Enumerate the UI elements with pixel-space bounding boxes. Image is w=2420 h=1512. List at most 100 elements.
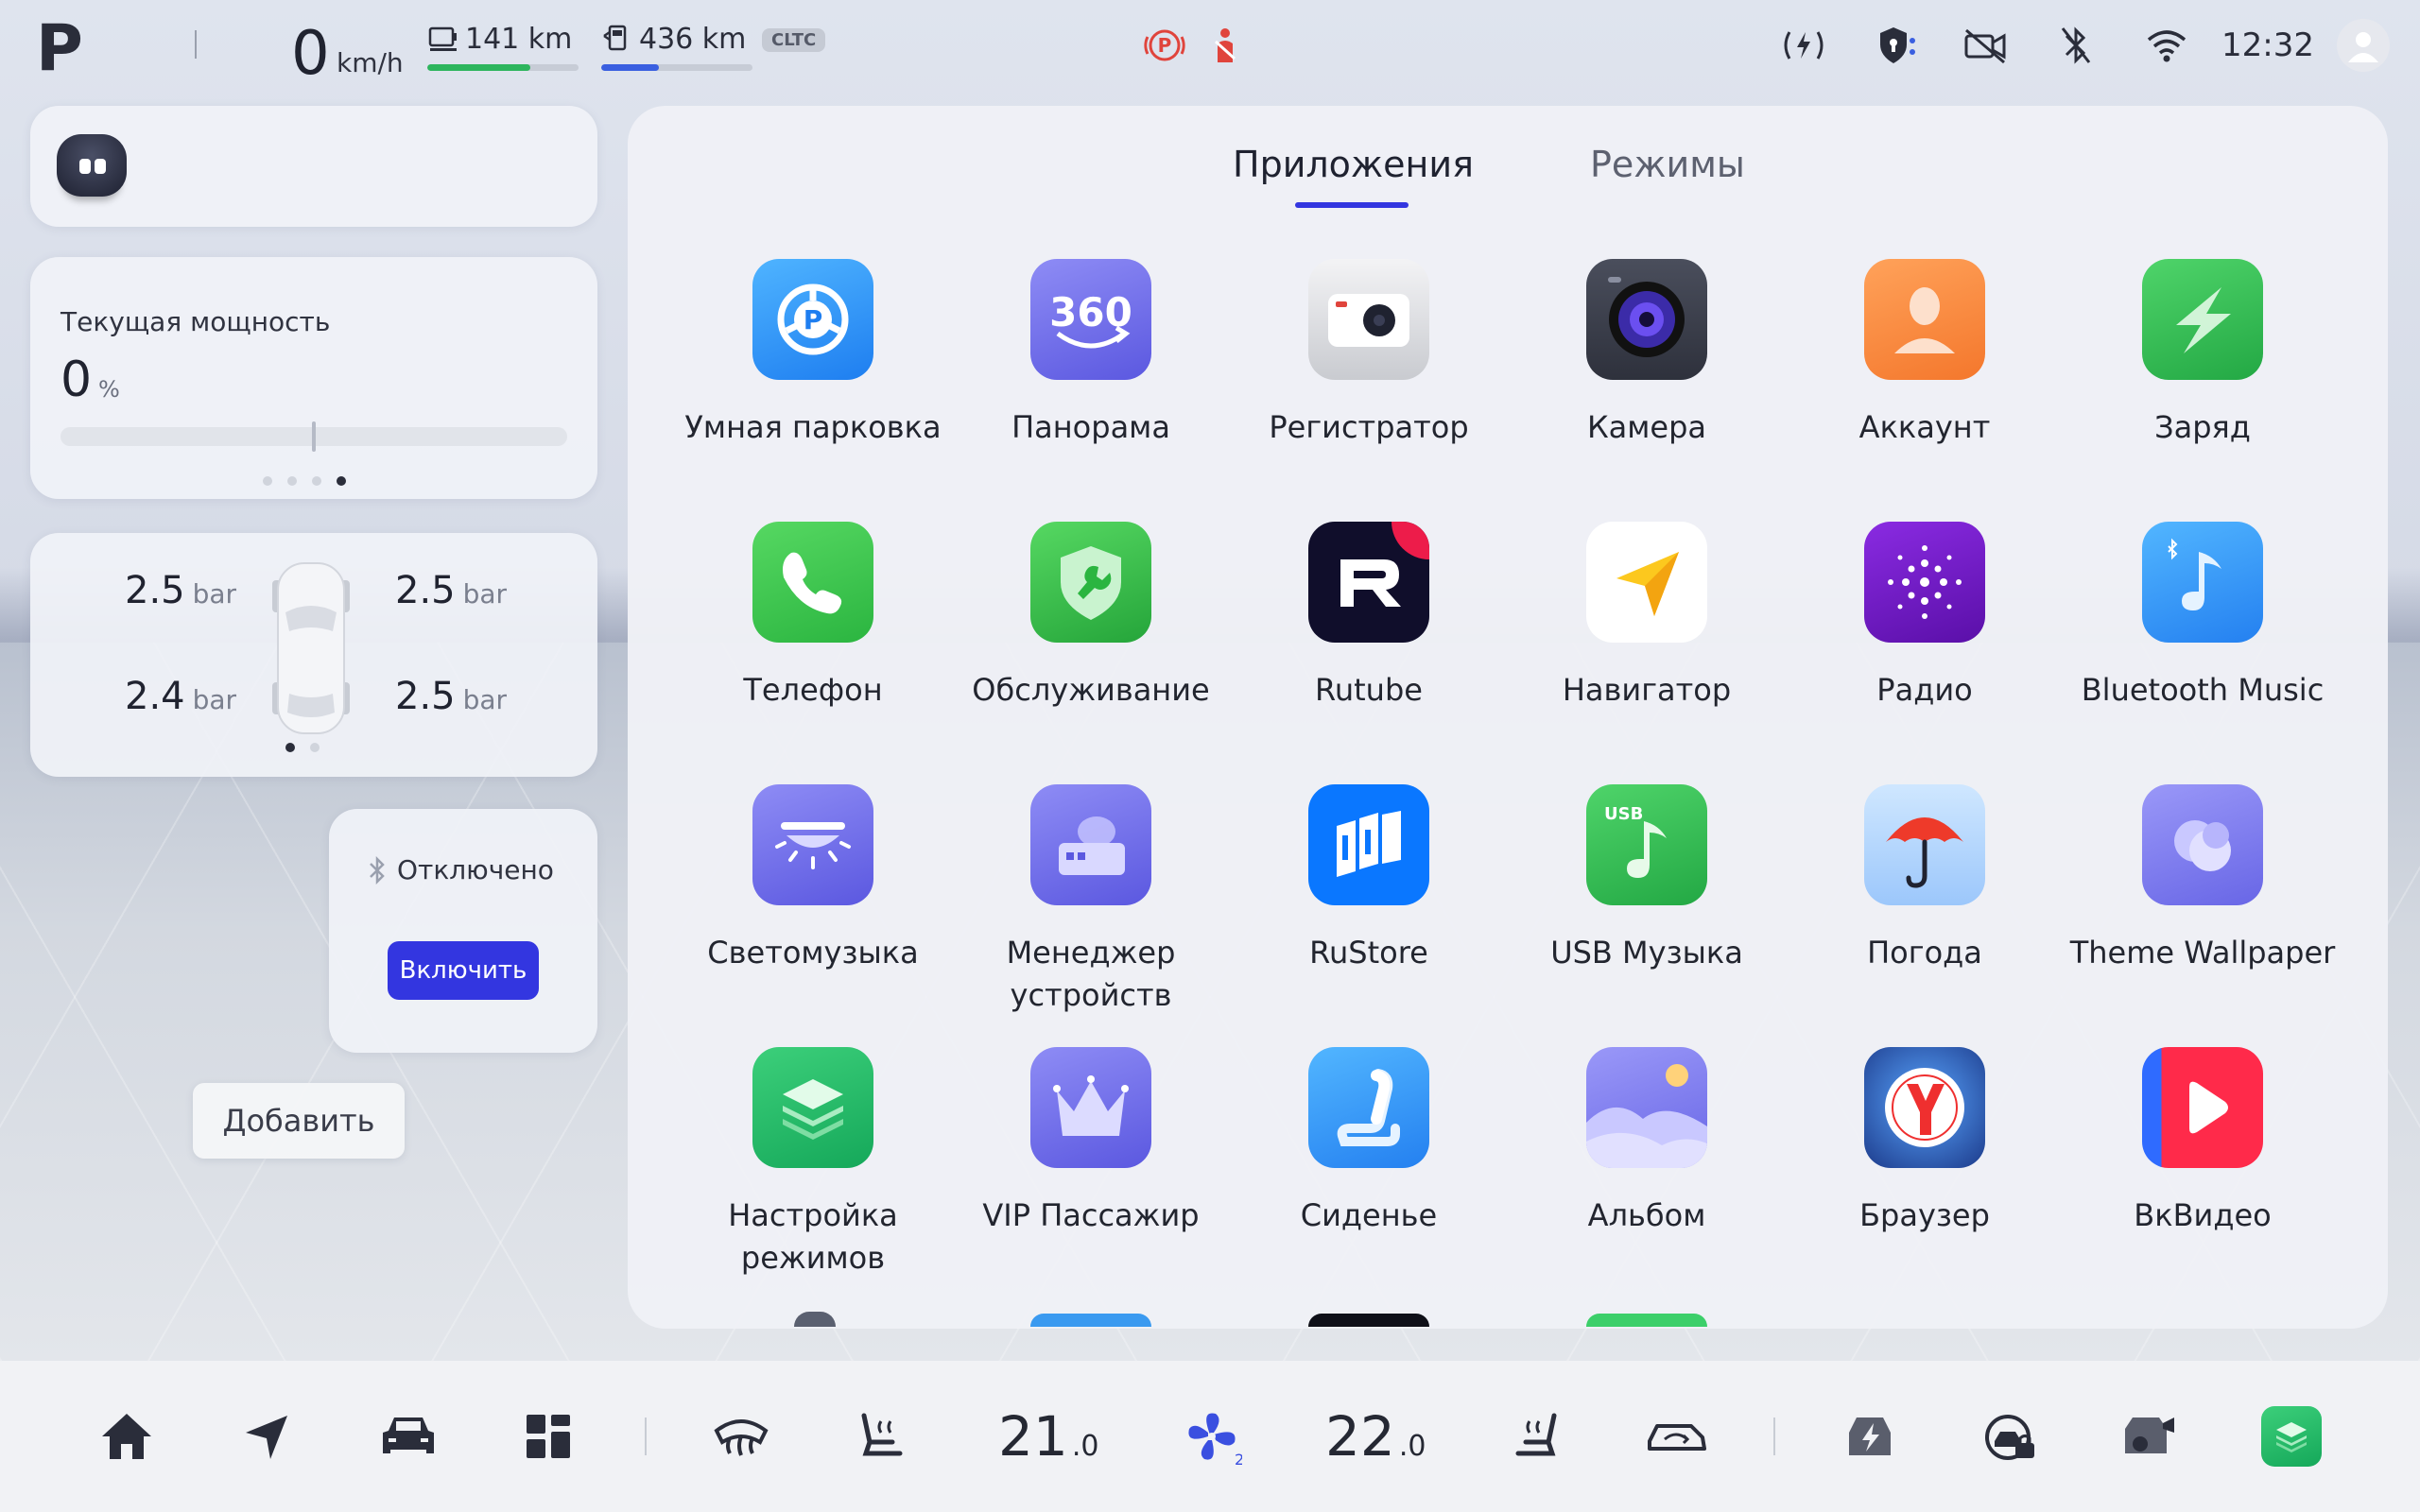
app-vip-passenger[interactable]: VIP Пассажир — [956, 1047, 1226, 1237]
dock-divider-2 — [1773, 1418, 1775, 1455]
bluetooth-card: Отключено Включить — [329, 809, 597, 1053]
theme-wallpaper-icon — [2142, 784, 2263, 905]
battery-range-icon — [428, 26, 457, 51]
mode-settings-icon — [752, 1047, 873, 1168]
defrost-icon[interactable] — [703, 1399, 779, 1474]
tire-rear-left: 2.4 bar — [125, 675, 237, 718]
tab-apps[interactable]: Приложения — [1233, 144, 1474, 185]
status-divider — [195, 30, 197, 59]
tire-page-dots[interactable] — [285, 743, 320, 752]
cltc-badge: CLTC — [762, 28, 826, 52]
app-device-manager[interactable]: Менеджер устройств — [956, 784, 1226, 1017]
battery-range-text: 141 km — [465, 23, 573, 56]
charge-icon — [2142, 259, 2263, 380]
app-camera[interactable]: Камера — [1512, 259, 1782, 449]
home-icon[interactable] — [89, 1399, 164, 1474]
navigator-icon — [1586, 522, 1707, 643]
app-peek-3 — [1308, 1314, 1429, 1327]
app-weather[interactable]: Погода — [1789, 784, 2060, 974]
light-music-icon — [752, 784, 873, 905]
app-service[interactable]: Обслуживание — [956, 522, 1226, 712]
add-widget-button[interactable]: Добавить — [193, 1083, 405, 1159]
app-account[interactable]: Аккаунт — [1789, 259, 2060, 449]
current-power-card[interactable]: Текущая мощность 0 % — [30, 257, 597, 499]
app-album[interactable]: Альбом — [1512, 1047, 1782, 1237]
rustore-icon — [1308, 784, 1429, 905]
user-avatar[interactable] — [2337, 19, 2390, 72]
app-peek-4 — [1586, 1314, 1707, 1327]
app-peek-2 — [1030, 1314, 1151, 1327]
app-phone[interactable]: Телефон — [678, 522, 948, 712]
charge-station-icon[interactable] — [1832, 1399, 1908, 1474]
parking-brake-icon: P — [1138, 19, 1191, 72]
seat-heat-left-icon[interactable] — [843, 1399, 919, 1474]
app-light-music[interactable]: Светомузыка — [678, 784, 948, 974]
fan-icon[interactable]: 2 — [1174, 1399, 1250, 1474]
apps-grid-icon[interactable] — [510, 1399, 586, 1474]
speed-unit: km/h — [337, 47, 404, 78]
app-rutube[interactable]: Rutube — [1234, 522, 1504, 712]
browser-icon — [1864, 1047, 1985, 1168]
assistant-robot-icon[interactable] — [57, 134, 127, 197]
battery-range-bar — [427, 64, 579, 71]
album-icon — [1586, 1047, 1707, 1168]
car-top-view-icon — [272, 562, 350, 734]
voice-assistant-card[interactable] — [30, 106, 597, 227]
app-vk-video[interactable]: ВкВидео — [2067, 1047, 2338, 1237]
app-radio[interactable]: Радио — [1789, 522, 2060, 712]
seat-heat-right-icon[interactable] — [1499, 1399, 1575, 1474]
tab-modes[interactable]: Режимы — [1590, 144, 1745, 185]
bluetooth-off-icon — [2049, 19, 2102, 72]
fuel-range-icon — [603, 25, 627, 51]
weather-icon — [1864, 784, 1985, 905]
wifi-icon — [2140, 19, 2193, 72]
app-mode-settings[interactable]: Настройка режимов — [678, 1047, 948, 1280]
dock-divider — [645, 1418, 647, 1455]
app-bluetooth-music[interactable]: Bluetooth Music — [2067, 522, 2338, 712]
tire-front-right: 2.5 bar — [395, 569, 508, 612]
power-label: Текущая мощность — [60, 306, 331, 337]
car-recirculation-icon[interactable] — [1639, 1399, 1715, 1474]
car-care-icon[interactable] — [1972, 1399, 2048, 1474]
app-smart-parking[interactable]: P Умная парковка — [678, 259, 948, 449]
temperature-right[interactable]: 22.0 — [1325, 1404, 1426, 1469]
power-page-dots[interactable] — [263, 476, 346, 486]
app-seat[interactable]: Сиденье — [1234, 1047, 1504, 1237]
user-icon — [2348, 32, 2378, 62]
bluetooth-icon — [370, 855, 385, 885]
power-value: 0 — [60, 352, 93, 408]
navigation-icon[interactable] — [229, 1399, 304, 1474]
app-browser[interactable]: Браузер — [1789, 1047, 2060, 1237]
vk-video-icon — [2142, 1047, 2263, 1168]
car-icon[interactable] — [371, 1399, 446, 1474]
dock-mode-settings-icon[interactable] — [2254, 1399, 2329, 1474]
bluetooth-music-icon — [2142, 522, 2263, 643]
app-panorama[interactable]: 360 Панорама — [956, 259, 1226, 449]
gear-indicator: P — [36, 11, 83, 86]
power-gauge-center — [312, 421, 316, 452]
tire-front-left: 2.5 bar — [125, 569, 237, 612]
app-dashcam[interactable]: Регистратор — [1234, 259, 1504, 449]
tire-rear-right: 2.5 bar — [395, 675, 508, 718]
account-icon — [1864, 259, 1985, 380]
radio-icon — [1864, 522, 1985, 643]
app-rustore[interactable]: RuStore — [1234, 784, 1504, 974]
fan-level: 2 — [1235, 1451, 1242, 1467]
app-theme-wallpaper[interactable]: Theme Wallpaper — [2067, 784, 2338, 974]
app-usb-music[interactable]: USB USB Музыка — [1512, 784, 1782, 974]
car-camera-icon[interactable] — [2112, 1399, 2187, 1474]
camera-icon — [1586, 259, 1707, 380]
tire-pressure-card[interactable]: 2.5 bar 2.5 bar 2.4 bar 2.5 bar — [30, 533, 597, 777]
smart-parking-icon: P — [752, 259, 873, 380]
temperature-left[interactable]: 21.0 — [998, 1404, 1098, 1469]
panorama-360-icon: 360 — [1030, 259, 1151, 380]
svg-text:P: P — [1158, 34, 1172, 57]
app-navigator[interactable]: Навигатор — [1512, 522, 1782, 712]
tab-indicator — [1295, 202, 1409, 208]
status-bar: P 0 km/h 141 km 436 km CLTC P 12:32 — [0, 0, 2420, 94]
clock: 12:32 — [2221, 26, 2314, 64]
app-charge[interactable]: Заряд — [2067, 259, 2338, 449]
seat-icon — [1308, 1047, 1429, 1168]
usb-music-icon: USB — [1586, 784, 1707, 905]
bluetooth-enable-button[interactable]: Включить — [388, 941, 539, 1000]
